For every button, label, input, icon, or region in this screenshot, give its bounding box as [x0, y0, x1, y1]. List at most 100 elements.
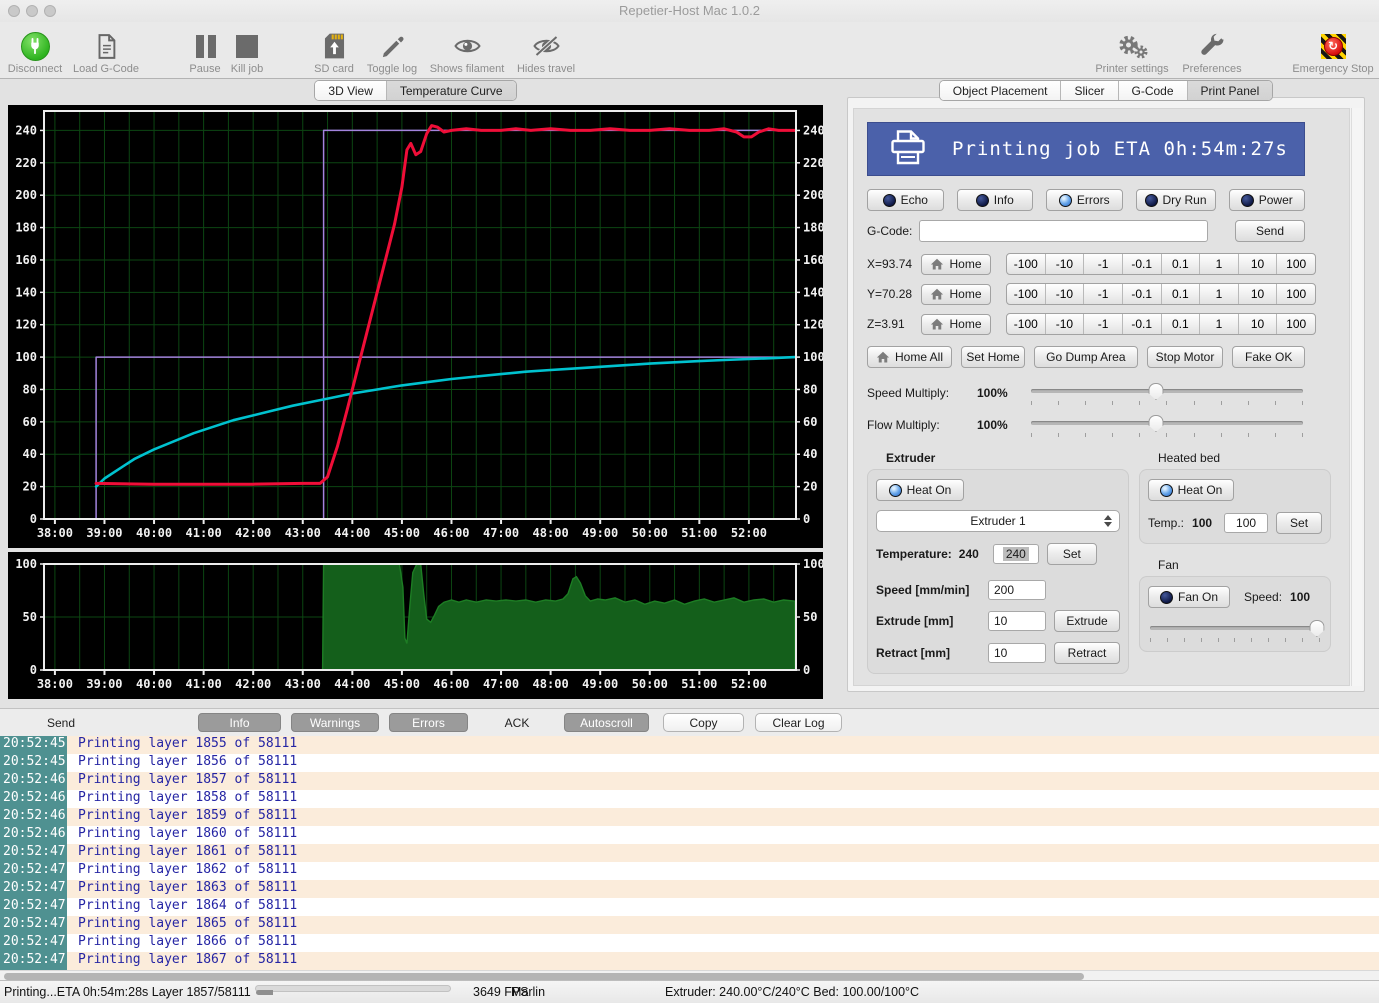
jog-x-0-1[interactable]: 0.1 [1161, 254, 1200, 274]
jog-y--10[interactable]: -10 [1045, 284, 1084, 304]
log-row: 20:52:47Printing layer 1867 of 58111 [0, 952, 1379, 970]
log-ack-label[interactable]: ACK [494, 716, 540, 730]
jog-z-10[interactable]: 10 [1238, 314, 1277, 334]
extruder-select[interactable]: Extruder 1 [876, 510, 1120, 532]
log-section: Send Info Warnings Errors ACK Autoscroll… [0, 708, 1379, 980]
jog-y-10[interactable]: 10 [1238, 284, 1277, 304]
scrollbar-thumb[interactable] [4, 973, 1084, 980]
tab-3d-view[interactable]: 3D View [315, 81, 385, 100]
go-dump-area-button[interactable]: Go Dump Area [1034, 346, 1138, 368]
printer-settings-button[interactable]: Printer settings [1088, 27, 1176, 75]
slider-thumb[interactable] [1309, 620, 1324, 637]
bed-heat-button[interactable]: Heat On [1148, 479, 1234, 501]
load-gcode-button[interactable]: Load G-Code [66, 27, 146, 75]
fan-led-icon [1160, 591, 1173, 604]
tab-object-placement[interactable]: Object Placement [940, 81, 1061, 100]
jog-y-1[interactable]: 1 [1199, 284, 1238, 304]
disconnect-button[interactable]: Disconnect [5, 27, 65, 75]
extruder-temp-input[interactable]: 240 [993, 544, 1039, 564]
svg-text:42:00: 42:00 [235, 526, 271, 540]
retract-length-input[interactable]: 10 [988, 643, 1046, 663]
bed-temp-label: Temp.: [1148, 516, 1184, 530]
jog-x--1[interactable]: -1 [1083, 254, 1122, 274]
svg-text:40:00: 40:00 [136, 526, 172, 540]
home-all-button[interactable]: Home All [867, 346, 952, 368]
hides-travel-button[interactable]: Hides travel [510, 27, 582, 75]
jog-z-1[interactable]: 1 [1199, 314, 1238, 334]
gcode-send-button[interactable]: Send [1235, 220, 1305, 242]
tab-slicer[interactable]: Slicer [1060, 81, 1117, 100]
extrude-length-input[interactable]: 10 [988, 611, 1046, 631]
svg-text:0: 0 [803, 512, 810, 526]
fake-ok-button[interactable]: Fake OK [1232, 346, 1305, 368]
log-send-label[interactable]: Send [36, 716, 86, 730]
jog-y--100[interactable]: -100 [1007, 284, 1045, 304]
jog-x-100[interactable]: 100 [1276, 254, 1315, 274]
extruder-speed-input[interactable]: 200 [988, 580, 1046, 600]
log-filter-warnings[interactable]: Warnings [291, 713, 379, 732]
jog-y-0-1[interactable]: 0.1 [1161, 284, 1200, 304]
toggle-errors[interactable]: Errors [1046, 189, 1123, 211]
toggle-log-button[interactable]: Toggle log [361, 27, 423, 75]
svg-text:45:00: 45:00 [384, 677, 420, 691]
jog-y-100[interactable]: 100 [1276, 284, 1315, 304]
jog-x--100[interactable]: -100 [1007, 254, 1045, 274]
shows-filament-button[interactable]: Shows filament [423, 27, 511, 75]
toggle-echo[interactable]: Echo [867, 189, 944, 211]
toggle-power[interactable]: Power [1229, 189, 1306, 211]
speed-multiply-row: Speed Multiply: 100% [867, 381, 1305, 405]
toggle-info[interactable]: Info [957, 189, 1034, 211]
dry-run-led-icon [1145, 194, 1158, 207]
log-message: Printing layer 1856 of 58111 [67, 754, 297, 772]
tab-g-code[interactable]: G-Code [1118, 81, 1187, 100]
tab-print-panel[interactable]: Print Panel [1187, 81, 1273, 100]
set-home-button[interactable]: Set Home [961, 346, 1025, 368]
jog-z-100[interactable]: 100 [1276, 314, 1315, 334]
home-z-button[interactable]: Home [921, 314, 991, 335]
extrude-button[interactable]: Extrude [1054, 610, 1120, 632]
extruder-heat-button[interactable]: Heat On [876, 479, 964, 501]
extruder-speed-label: Speed [mm/min] [876, 583, 988, 597]
jog-x-10[interactable]: 10 [1238, 254, 1277, 274]
jog-z--0-1[interactable]: -0.1 [1122, 314, 1161, 334]
home-x-button[interactable]: Home [921, 254, 991, 275]
print-progress-bar [255, 985, 451, 992]
retract-button[interactable]: Retract [1054, 642, 1120, 664]
tab-temperature-curve[interactable]: Temperature Curve [386, 81, 516, 100]
extruder-set-button[interactable]: Set [1047, 543, 1097, 565]
log-clear-button[interactable]: Clear Log [755, 713, 842, 732]
jog-z-0-1[interactable]: 0.1 [1161, 314, 1200, 334]
home-y-button[interactable]: Home [921, 284, 991, 305]
log-autoscroll-button[interactable]: Autoscroll [564, 713, 649, 732]
bed-temp-input[interactable]: 100 [1224, 513, 1268, 533]
kill-job-button[interactable]: Kill job [224, 27, 270, 75]
svg-text:200: 200 [15, 188, 37, 202]
jog-x--0-1[interactable]: -0.1 [1122, 254, 1161, 274]
log-filter-errors[interactable]: Errors [389, 713, 468, 732]
log-copy-button[interactable]: Copy [663, 713, 744, 732]
slider-thumb[interactable] [1148, 383, 1163, 400]
slider-thumb[interactable] [1148, 415, 1163, 432]
gcode-input[interactable] [919, 220, 1208, 242]
jog-x--10[interactable]: -10 [1045, 254, 1084, 274]
svg-text:47:00: 47:00 [483, 677, 519, 691]
fan-on-button[interactable]: Fan On [1148, 586, 1230, 608]
preferences-button[interactable]: Preferences [1177, 27, 1247, 75]
jog-y--0-1[interactable]: -0.1 [1122, 284, 1161, 304]
flow-multiply-slider[interactable] [1029, 413, 1305, 437]
toggle-dry-run[interactable]: Dry Run [1136, 189, 1216, 211]
log-filter-info[interactable]: Info [198, 713, 281, 732]
bed-set-button[interactable]: Set [1276, 512, 1322, 534]
speed-multiply-slider[interactable] [1029, 381, 1305, 405]
jog-y--1[interactable]: -1 [1083, 284, 1122, 304]
sd-card-button[interactable]: SD card [307, 27, 361, 75]
emergency-stop-button[interactable]: ↻ Emergency Stop [1290, 27, 1376, 75]
jog-x-1[interactable]: 1 [1199, 254, 1238, 274]
fan-speed-slider[interactable] [1148, 618, 1322, 642]
pause-button[interactable]: Pause [184, 27, 226, 75]
stop-motor-button[interactable]: Stop Motor [1147, 346, 1224, 368]
panel-scrollbar[interactable] [1351, 108, 1362, 686]
jog-z--100[interactable]: -100 [1007, 314, 1045, 334]
jog-z--10[interactable]: -10 [1045, 314, 1084, 334]
jog-z--1[interactable]: -1 [1083, 314, 1122, 334]
